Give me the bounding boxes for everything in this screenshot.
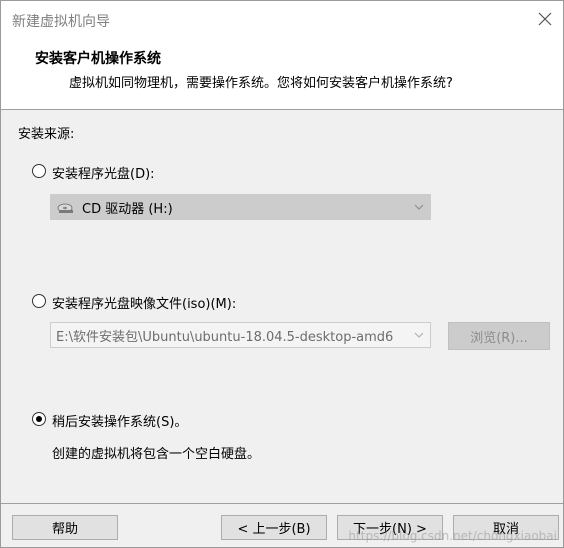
- close-button[interactable]: [533, 7, 557, 31]
- wizard-header: 安装客户机操作系统 虚拟机如同物理机，需要操作系统。您将如何安装客户机操作系统?: [1, 39, 563, 109]
- footer-divider: [1, 503, 563, 504]
- disc-drive-value: CD 驱动器 (H:): [82, 201, 173, 217]
- browse-button[interactable]: 浏览(R)...: [448, 322, 550, 350]
- header-divider: [1, 109, 563, 110]
- page-title: 安装客户机操作系统: [35, 51, 161, 67]
- install-later-label[interactable]: 稍后安装操作系统(S)。: [52, 411, 187, 430]
- new-vm-wizard-window: 新建虚拟机向导 安装客户机操作系统 虚拟机如同物理机，需要操作系统。您将如何安装…: [0, 0, 564, 548]
- close-icon: [538, 12, 552, 26]
- iso-path-select[interactable]: E:\软件安装包\Ubuntu\ubuntu-18.04.5-desktop-a…: [50, 322, 431, 348]
- window-title: 新建虚拟机向导: [12, 14, 110, 30]
- help-button[interactable]: 帮助: [12, 515, 118, 540]
- radio-install-later[interactable]: [32, 412, 46, 426]
- radio-install-iso[interactable]: [32, 294, 46, 308]
- install-later-description: 创建的虚拟机将包含一个空白硬盘。: [52, 447, 261, 462]
- chevron-down-icon: [414, 332, 424, 338]
- iso-path-value: E:\软件安装包\Ubuntu\ubuntu-18.04.5-desktop-a…: [56, 329, 394, 345]
- next-button[interactable]: 下一步(N) >: [337, 515, 443, 540]
- cancel-button[interactable]: 取消: [453, 515, 559, 540]
- install-disc-label[interactable]: 安装程序光盘(D):: [52, 163, 155, 182]
- page-subtitle: 虚拟机如同物理机，需要操作系统。您将如何安装客户机操作系统?: [69, 76, 453, 91]
- back-button[interactable]: < 上一步(B): [221, 515, 327, 540]
- chevron-down-icon: [414, 204, 424, 210]
- title-bar: 新建虚拟机向导: [1, 1, 563, 39]
- install-source-label: 安装来源:: [18, 127, 75, 142]
- radio-install-disc[interactable]: [32, 164, 46, 178]
- disc-drive-select[interactable]: CD 驱动器 (H:): [50, 194, 431, 220]
- install-iso-label[interactable]: 安装程序光盘映像文件(iso)(M):: [52, 293, 236, 312]
- cd-drive-icon: [57, 203, 73, 213]
